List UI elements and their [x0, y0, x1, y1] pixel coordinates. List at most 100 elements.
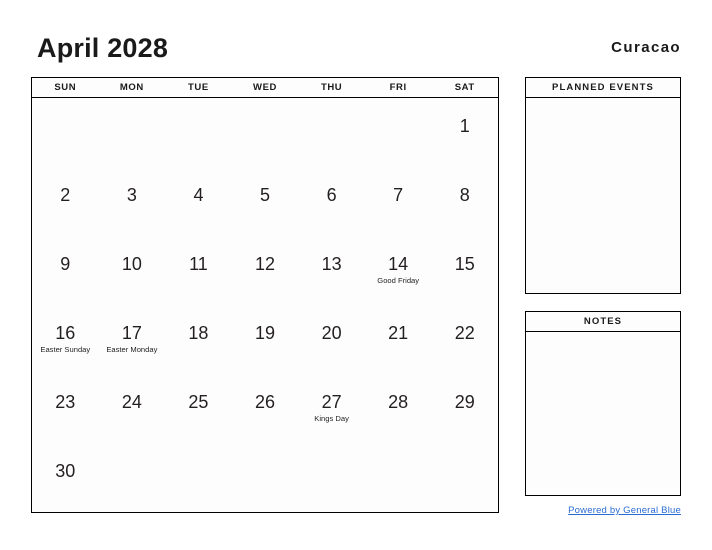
calendar-day-cell-empty	[365, 98, 432, 167]
calendar-day-cell-empty	[232, 98, 299, 167]
page-header: April 2028 Curacao	[31, 32, 681, 68]
calendar-day-cell[interactable]: 8	[431, 167, 498, 236]
calendar-day-cell[interactable]: 11	[165, 236, 232, 305]
day-number: 29	[454, 392, 475, 412]
calendar-day-cell-empty	[298, 443, 365, 512]
day-number: 1	[459, 116, 470, 136]
calendar-day-cell[interactable]: 22	[431, 305, 498, 374]
day-number: 15	[454, 254, 475, 274]
day-number: 21	[388, 323, 409, 343]
day-number: 6	[326, 185, 337, 205]
calendar-day-cell-empty	[99, 443, 166, 512]
calendar-day-cell-empty	[165, 98, 232, 167]
calendar-grid: SUN MON TUE WED THU FRI SAT 1 2 3 4 5 6 7 8 9 10 11 12 13 1…	[31, 77, 499, 513]
day-number: 2	[60, 185, 71, 205]
day-number: 16	[55, 323, 76, 343]
day-number: 20	[321, 323, 342, 343]
day-number: 26	[255, 392, 276, 412]
day-number: 10	[121, 254, 142, 274]
calendar-day-cell[interactable]: 15	[431, 236, 498, 305]
day-number: 24	[121, 392, 142, 412]
notes-panel: NOTES	[525, 311, 681, 496]
day-number: 22	[454, 323, 475, 343]
calendar-day-cell[interactable]: 19	[232, 305, 299, 374]
calendar-day-cell[interactable]: 14 Good Friday	[365, 236, 432, 305]
day-number: 3	[126, 185, 137, 205]
day-number: 27	[321, 392, 342, 412]
day-number: 23	[55, 392, 76, 412]
day-number: 8	[459, 185, 470, 205]
calendar-day-cell-empty	[32, 98, 99, 167]
weekday-header-wed: WED	[253, 82, 277, 93]
calendar-day-cell-empty	[99, 98, 166, 167]
calendar-day-cell[interactable]: 6	[298, 167, 365, 236]
calendar-day-cell[interactable]: 28	[365, 374, 432, 443]
day-number: 11	[189, 254, 208, 274]
planned-events-title: PLANNED EVENTS	[526, 78, 680, 98]
calendar-week-row: 23 24 25 26 27 Kings Day 28 29	[32, 374, 498, 443]
calendar-day-cell[interactable]: 13	[298, 236, 365, 305]
calendar-day-cell[interactable]: 3	[99, 167, 166, 236]
weekday-header-sat: SAT	[454, 82, 475, 93]
country-label: Curacao	[611, 39, 681, 56]
day-event-label: Good Friday	[377, 276, 420, 285]
day-number: 14	[388, 254, 409, 274]
day-number: 9	[60, 254, 71, 274]
calendar-day-cell-empty	[232, 443, 299, 512]
calendar-day-cell[interactable]: 24	[99, 374, 166, 443]
day-number: 13	[321, 254, 342, 274]
calendar-day-cell[interactable]: 10	[99, 236, 166, 305]
calendar-day-cell[interactable]: 18	[165, 305, 232, 374]
calendar-day-cell[interactable]: 5	[232, 167, 299, 236]
day-number: 12	[255, 254, 276, 274]
day-number: 25	[188, 392, 209, 412]
day-number: 4	[193, 185, 204, 205]
calendar-week-row: 1	[32, 98, 498, 167]
calendar-week-row: 16 Easter Sunday 17 Easter Monday 18 19 20 21 22	[32, 305, 498, 374]
calendar-day-cell[interactable]: 9	[32, 236, 99, 305]
calendar-day-cell[interactable]: 7	[365, 167, 432, 236]
day-event-label: Easter Sunday	[40, 345, 91, 354]
calendar-day-cell[interactable]: 2	[32, 167, 99, 236]
calendar-day-cell[interactable]: 30	[32, 443, 99, 512]
calendar-week-row: 2 3 4 5 6 7 8	[32, 167, 498, 236]
calendar-day-cell[interactable]: 26	[232, 374, 299, 443]
day-number: 7	[393, 185, 404, 205]
calendar-day-cell[interactable]: 29	[431, 374, 498, 443]
calendar-day-cell[interactable]: 23	[32, 374, 99, 443]
day-event-label: Easter Monday	[106, 345, 158, 354]
calendar-day-cell[interactable]: 17 Easter Monday	[99, 305, 166, 374]
calendar-day-cell[interactable]: 27 Kings Day	[298, 374, 365, 443]
day-number: 19	[255, 323, 276, 343]
page-title: April 2028	[37, 33, 169, 63]
weekday-header-sun: SUN	[54, 82, 77, 93]
calendar-day-cell[interactable]: 25	[165, 374, 232, 443]
calendar-day-cell[interactable]: 1	[431, 98, 498, 167]
weekday-header-row: SUN MON TUE WED THU FRI SAT	[32, 78, 498, 98]
calendar-day-cell[interactable]: 21	[365, 305, 432, 374]
calendar-day-cell[interactable]: 16 Easter Sunday	[32, 305, 99, 374]
day-number: 17	[121, 323, 142, 343]
notes-body[interactable]	[526, 332, 680, 495]
planned-events-body[interactable]	[526, 98, 680, 293]
weekday-header-tue: TUE	[188, 82, 209, 93]
calendar-day-cell[interactable]: 4	[165, 167, 232, 236]
day-number: 28	[388, 392, 409, 412]
calendar-day-cell-empty	[431, 443, 498, 512]
powered-by-link[interactable]: Powered by General Blue	[568, 505, 681, 516]
calendar-week-row: 30	[32, 443, 498, 512]
weekday-header-thu: THU	[320, 82, 343, 93]
calendar-day-cell-empty	[298, 98, 365, 167]
calendar-day-cell-empty	[165, 443, 232, 512]
weekday-header-mon: MON	[119, 82, 144, 93]
calendar-day-cell-empty	[365, 443, 432, 512]
day-number: 18	[188, 323, 209, 343]
day-event-label: Kings Day	[314, 414, 349, 423]
calendar-day-cell[interactable]: 20	[298, 305, 365, 374]
calendar-day-cell[interactable]: 12	[232, 236, 299, 305]
planned-events-panel: PLANNED EVENTS	[525, 77, 681, 294]
calendar-week-row: 9 10 11 12 13 14 Good Friday 15	[32, 236, 498, 305]
weekday-header-fri: FRI	[389, 82, 407, 93]
calendar-weeks: 1 2 3 4 5 6 7 8 9 10 11 12 13 14 Good Friday 15 16 Easter…	[32, 98, 498, 512]
day-number: 30	[55, 461, 76, 481]
